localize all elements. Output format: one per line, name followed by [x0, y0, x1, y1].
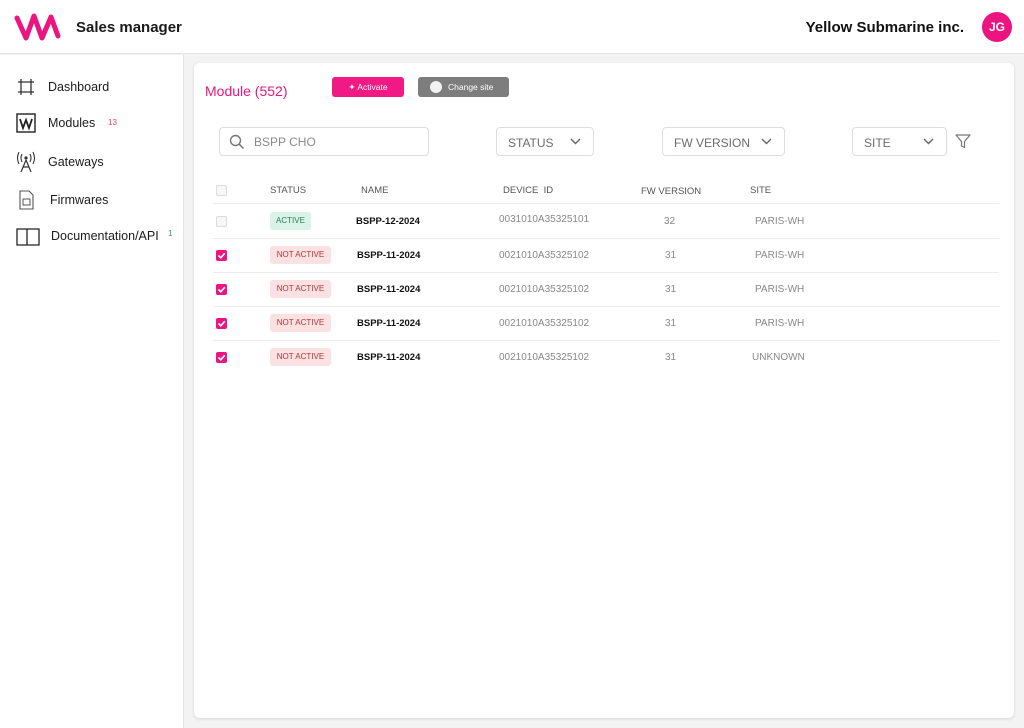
sidebar-item-label: Documentation/API [51, 229, 159, 243]
column-header-status: STATUS [270, 185, 307, 196]
fw-version-filter-select[interactable]: FW VERSION [662, 127, 785, 156]
site: PARIS-WH [755, 216, 805, 227]
column-header-site: SITE [750, 185, 772, 196]
status-badge: ACTIVE [270, 212, 311, 230]
app-title: Sales manager [76, 19, 182, 36]
table-row[interactable]: NOT ACTIVE BSPP-11-2024 0021010A35325102… [213, 341, 999, 375]
module-name: BSPP-11-2024 [357, 250, 421, 261]
avatar[interactable]: JG [982, 12, 1012, 42]
page-title: Module (552) [205, 83, 288, 99]
sidebar-item-modules[interactable]: Modules 13 [0, 108, 184, 138]
fw-version: 31 [665, 250, 677, 261]
device-id: 0021010A35325102 [499, 352, 590, 363]
sidebar-item-label: Modules [48, 116, 96, 130]
status-filter-select[interactable]: STATUS [496, 127, 594, 156]
check-icon [217, 354, 226, 361]
book-icon [16, 228, 40, 246]
fw-version: 31 [665, 352, 677, 363]
table-header: STATUS NAME DEVICE ID FW VERSION SITE [213, 180, 999, 204]
activate-label: Activate [357, 82, 388, 92]
column-header-fw-version: FW VERSION [641, 186, 702, 197]
fw-version: 32 [664, 216, 676, 227]
search-icon [229, 134, 245, 150]
module-name: BSPP-11-2024 [357, 318, 421, 329]
table-row[interactable]: NOT ACTIVE BSPP-11-2024 0021010A35325102… [213, 239, 999, 273]
dashboard-icon [18, 79, 34, 95]
chevron-down-icon [923, 138, 934, 145]
sidebar-item-label: Firmwares [50, 193, 109, 207]
sidebar-item-gateways[interactable]: Gateways [0, 147, 184, 177]
sidebar-item-label: Gateways [48, 155, 104, 169]
device-id: 0021010A35325102 [499, 284, 590, 295]
row-checkbox[interactable] [216, 284, 227, 295]
search-box [219, 127, 429, 156]
sidebar: Dashboard Modules 13 Gateways Firmwares … [0, 55, 184, 728]
fw-version: 31 [665, 284, 677, 295]
chevron-down-icon [761, 138, 772, 145]
site-filter-select[interactable]: SITE [852, 127, 947, 156]
search-input[interactable] [254, 134, 422, 150]
row-checkbox[interactable] [216, 216, 227, 227]
table-row[interactable]: NOT ACTIVE BSPP-11-2024 0021010A35325102… [213, 307, 999, 341]
row-checkbox[interactable] [216, 352, 227, 363]
check-icon [217, 252, 226, 259]
status-badge: NOT ACTIVE [270, 246, 331, 264]
logo-icon[interactable] [14, 10, 62, 44]
activate-button[interactable]: ✦ Activate [332, 77, 404, 97]
sidebar-item-dashboard[interactable]: Dashboard [0, 72, 184, 102]
check-icon [217, 286, 226, 293]
device-id: 0021010A35325102 [499, 318, 590, 329]
module-name: BSPP-11-2024 [357, 284, 421, 295]
site-filter-label: SITE [864, 136, 891, 150]
table-row[interactable]: NOT ACTIVE BSPP-11-2024 0021010A35325102… [213, 273, 999, 307]
module-name: BSPP-12-2024 [356, 216, 420, 227]
device-id: 0021010A35325102 [499, 250, 590, 261]
row-checkbox[interactable] [216, 318, 227, 329]
column-header-name: NAME [361, 185, 389, 196]
site: PARIS-WH [755, 284, 805, 295]
sidebar-item-firmwares[interactable]: Firmwares [0, 185, 184, 215]
filter-icon[interactable] [955, 134, 971, 149]
table-row[interactable]: ACTIVE BSPP-12-2024 0031010A35325101 32 … [213, 205, 999, 239]
status-badge: NOT ACTIVE [270, 280, 331, 298]
status-filter-label: STATUS [508, 136, 554, 150]
sidebar-item-documentation[interactable]: Documentation/API 1 [0, 221, 184, 251]
site: PARIS-WH [755, 250, 805, 261]
select-all-checkbox[interactable] [216, 185, 227, 196]
fw-version-filter-label: FW VERSION [674, 136, 751, 150]
change-site-label: Change site [448, 82, 494, 92]
status-badge: NOT ACTIVE [270, 348, 331, 366]
sidebar-item-label: Dashboard [48, 80, 110, 94]
firmware-file-icon [19, 190, 34, 210]
device-id: 0031010A35325101 [499, 214, 590, 225]
site: PARIS-WH [755, 318, 805, 329]
top-bar: Sales manager Yellow Submarine inc. JG [0, 0, 1024, 54]
check-icon [217, 320, 226, 327]
documentation-count-badge: 1 [168, 229, 173, 238]
site: UNKNOWN [752, 352, 805, 363]
column-header-device-id: DEVICE ID [503, 185, 554, 196]
chevron-down-icon [570, 138, 581, 145]
module-name: BSPP-11-2024 [357, 352, 421, 363]
modules-panel: Module (552) ✦ Activate Change site STAT… [194, 63, 1014, 718]
antenna-icon [16, 151, 36, 173]
change-site-button[interactable]: Change site [418, 77, 509, 97]
fw-version: 31 [665, 318, 677, 329]
status-badge: NOT ACTIVE [270, 314, 331, 332]
company-name: Yellow Submarine inc. [805, 19, 964, 36]
globe-icon [430, 81, 442, 93]
modules-icon [16, 113, 36, 133]
modules-count-badge: 13 [108, 118, 117, 127]
row-checkbox[interactable] [216, 250, 227, 261]
